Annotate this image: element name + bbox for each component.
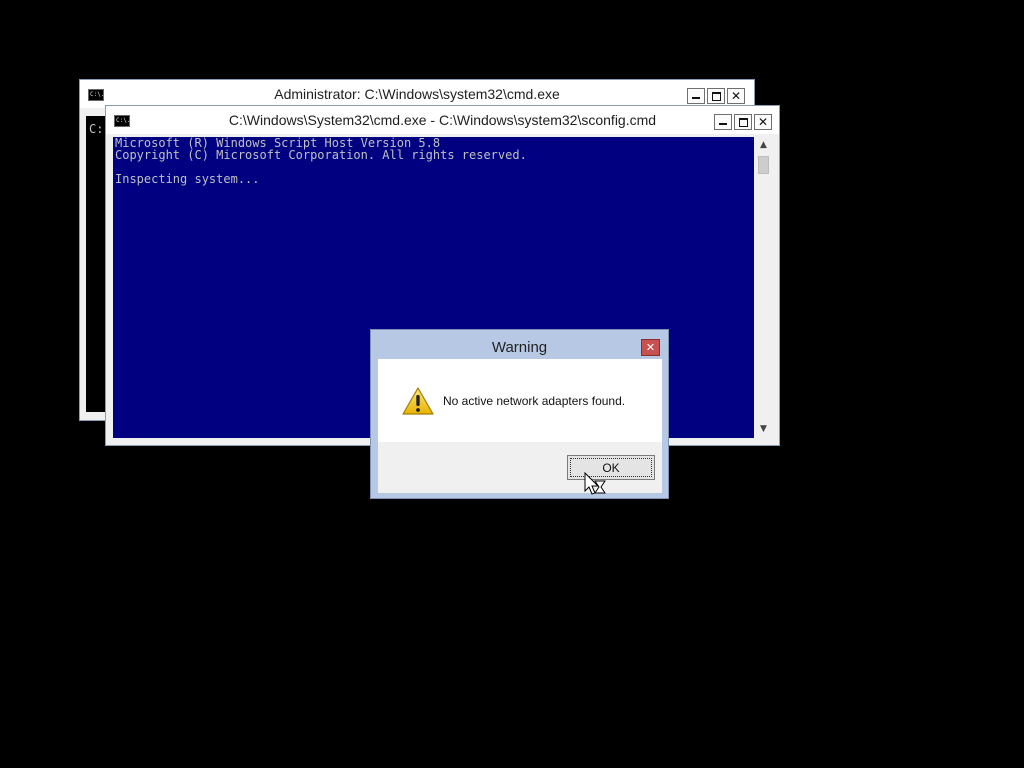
minimize-icon[interactable] xyxy=(714,114,732,130)
back-console-text: C: xyxy=(89,122,104,136)
scroll-up-arrow-icon[interactable]: ▲ xyxy=(757,138,770,152)
maximize-icon[interactable] xyxy=(707,88,725,104)
warning-icon xyxy=(402,387,434,415)
vertical-scrollbar[interactable]: ▲ ▼ xyxy=(755,137,772,438)
busy-cursor-icon xyxy=(584,472,606,495)
dialog-title: Warning xyxy=(491,339,548,356)
maximize-icon[interactable] xyxy=(734,114,752,130)
back-window-title: Administrator: C:\Windows\system32\cmd.e… xyxy=(274,86,560,102)
minimize-icon[interactable] xyxy=(687,88,705,104)
console-line: Copyright (C) Microsoft Corporation. All… xyxy=(115,148,527,162)
front-title-bar[interactable]: C:\. C:\Windows\System32\cmd.exe - C:\Wi… xyxy=(106,106,779,134)
dialog-content: No active network adapters found. xyxy=(378,359,662,442)
console-line: Inspecting system... xyxy=(115,172,260,186)
front-window-title: C:\Windows\System32\cmd.exe - C:\Windows… xyxy=(228,112,657,128)
close-icon[interactable]: ✕ xyxy=(641,339,660,356)
close-icon[interactable]: ✕ xyxy=(727,88,745,104)
warning-dialog[interactable]: Warning ✕ No active network adapters fou… xyxy=(370,329,669,499)
back-title-bar[interactable]: C:\. Administrator: C:\Windows\system32\… xyxy=(80,80,754,108)
console-output: Microsoft (R) Windows Script Host Versio… xyxy=(115,137,527,185)
dialog-body: No active network adapters found. OK xyxy=(378,359,662,493)
dialog-message: No active network adapters found. xyxy=(443,394,626,408)
scroll-down-arrow-icon[interactable]: ▼ xyxy=(757,422,770,436)
scroll-thumb[interactable] xyxy=(758,156,769,174)
close-icon[interactable]: ✕ xyxy=(754,114,772,130)
ok-button[interactable]: OK xyxy=(567,455,655,480)
